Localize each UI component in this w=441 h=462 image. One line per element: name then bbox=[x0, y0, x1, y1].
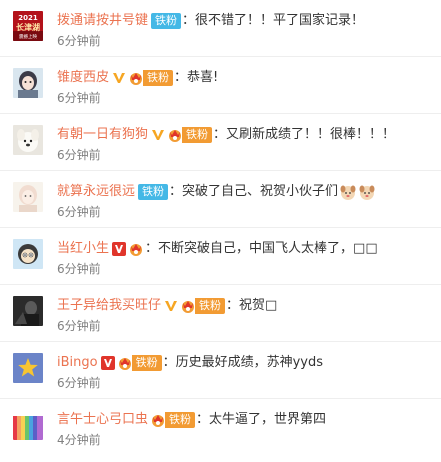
avatar-year-text: 2021 bbox=[18, 14, 38, 22]
comment-line: 当红小生 ： 不断突破自己，中国飞人太棒了，□□ bbox=[57, 239, 378, 259]
crown-fan-icon bbox=[180, 298, 196, 314]
comment-item: 有朝一日有狗狗 铁粉 ： 又刷新成绩了！！很棒！！！ 6分钟前 bbox=[0, 114, 441, 171]
colon-separator: ： bbox=[226, 298, 240, 313]
comment-line: 锥度西皮 铁粉 ： 恭喜! bbox=[57, 68, 218, 88]
avatar[interactable] bbox=[13, 410, 43, 440]
colon-separator: ： bbox=[182, 13, 196, 28]
crown-fan-icon bbox=[128, 70, 144, 86]
comment-text: 太牛逼了，世界第四 bbox=[209, 412, 327, 427]
comment-line: iBingo 铁粉 ： 历史最好成绩，苏神yyds bbox=[57, 353, 323, 373]
sketch-girl-avatar-icon bbox=[13, 182, 43, 212]
comment-text: 祝贺□ bbox=[239, 298, 278, 313]
comment-line: 言午士心弓口虫 铁粉 ： 太牛逼了，世界第四 bbox=[57, 410, 326, 430]
fan-badge[interactable]: 铁粉 bbox=[143, 70, 174, 86]
comment-text: 历史最好成绩，苏神yyds bbox=[175, 355, 324, 370]
anime-girl-avatar-icon bbox=[13, 68, 43, 98]
crown-fan-icon bbox=[150, 412, 166, 428]
comment-item: 言午士心弓口虫 铁粉 ： 太牛逼了，世界第四 4分钟前 bbox=[0, 399, 441, 462]
comment-item: 当红小生 ： 不断突破自己，中国飞人太棒了，□□ 6分钟前 bbox=[0, 228, 441, 285]
comment-time: 6分钟前 bbox=[57, 91, 101, 105]
username-link[interactable]: 锥度西皮 bbox=[57, 68, 109, 88]
comment-time: 6分钟前 bbox=[57, 319, 101, 333]
colon-separator: ： bbox=[213, 127, 227, 142]
colon-separator: ： bbox=[196, 412, 210, 427]
cheering-dog-emoji-icon bbox=[339, 183, 357, 201]
comment-line: 王子异给我买旺仔 铁粉 ： 祝贺□ bbox=[57, 296, 277, 316]
username-link[interactable]: 言午士心弓口虫 bbox=[57, 410, 148, 430]
red-v-icon[interactable] bbox=[100, 356, 115, 370]
changjinhu-2021-poster-icon: 2021 长津湖 震撼上映 bbox=[13, 11, 43, 41]
avatar-title-text: 长津湖 bbox=[16, 22, 40, 32]
comment-time: 6分钟前 bbox=[57, 34, 101, 48]
comment-line: 有朝一日有狗狗 铁粉 ： 又刷新成绩了！！很棒！！！ bbox=[57, 125, 395, 145]
avatar[interactable] bbox=[13, 182, 43, 212]
avatar[interactable] bbox=[13, 353, 43, 383]
cheering-dog-emoji-icon bbox=[358, 183, 376, 201]
orange-v-icon[interactable] bbox=[164, 299, 178, 313]
fan-badge[interactable]: 铁粉 bbox=[195, 298, 226, 314]
comment-time: 4分钟前 bbox=[57, 433, 101, 447]
comment-text: 不断突破自己，中国飞人太棒了，□□ bbox=[158, 241, 378, 256]
comment-line: 就算永远很远 铁粉 ： 突破了自己、祝贺小伙子们 bbox=[57, 182, 376, 202]
colon-separator: ： bbox=[162, 355, 176, 370]
orange-v-icon[interactable] bbox=[151, 128, 165, 142]
comment-text: 又刷新成绩了！！很棒！！！ bbox=[226, 127, 396, 142]
comment-time: 6分钟前 bbox=[57, 376, 101, 390]
fan-badge[interactable]: 铁粉 bbox=[131, 355, 162, 371]
comment-item: 2021 长津湖 震撼上映 拨通请按井号键 铁粉 ： 很不错了！！平了国家记录！… bbox=[0, 0, 441, 57]
username-link[interactable]: 就算永远很远 bbox=[57, 182, 135, 202]
username-link[interactable]: iBingo bbox=[57, 353, 98, 373]
fan-badge[interactable]: 铁粉 bbox=[165, 412, 196, 428]
avatar-sub-text: 震撼上映 bbox=[19, 33, 37, 40]
username-link[interactable]: 当红小生 bbox=[57, 239, 109, 259]
username-link[interactable]: 有朝一日有狗狗 bbox=[57, 125, 148, 145]
comment-time: 6分钟前 bbox=[57, 262, 101, 276]
crown-fan-icon bbox=[128, 241, 144, 257]
colon-separator: ： bbox=[145, 241, 159, 256]
colon-separator: ： bbox=[169, 184, 183, 199]
comment-text: 很不错了！！平了国家记录！ bbox=[195, 13, 365, 28]
rainbow-stripes-avatar-icon bbox=[13, 410, 43, 440]
crown-fan-icon bbox=[117, 355, 133, 371]
avatar[interactable] bbox=[13, 125, 43, 155]
comment-text: 恭喜! bbox=[187, 70, 219, 85]
comment-item: 就算永远很远 铁粉 ： 突破了自己、祝贺小伙子们 6分钟前 bbox=[0, 171, 441, 228]
username-link[interactable]: 拨通请按井号键 bbox=[57, 11, 148, 31]
orange-v-icon[interactable] bbox=[112, 71, 126, 85]
avatar[interactable] bbox=[13, 68, 43, 98]
comment-item: 锥度西皮 铁粉 ： 恭喜! 6分钟前 bbox=[0, 57, 441, 114]
colon-separator: ： bbox=[174, 70, 188, 85]
avatar[interactable]: 2021 长津湖 震撼上映 bbox=[13, 11, 43, 41]
comment-item: iBingo 铁粉 ： 历史最好成绩，苏神yyds 6分钟前 bbox=[0, 342, 441, 399]
avatar[interactable] bbox=[13, 239, 43, 269]
fan-badge[interactable]: 铁粉 bbox=[182, 127, 213, 143]
cartoon-character-avatar-icon bbox=[13, 239, 43, 269]
comment-list: 2021 长津湖 震撼上映 拨通请按井号键 铁粉 ： 很不错了！！平了国家记录！… bbox=[0, 0, 441, 462]
avatar[interactable] bbox=[13, 296, 43, 326]
comment-item: 王子异给我买旺仔 铁粉 ： 祝贺□ 6分钟前 bbox=[0, 285, 441, 342]
username-link[interactable]: 王子异给我买旺仔 bbox=[57, 296, 161, 316]
white-dog-avatar-icon bbox=[13, 125, 43, 155]
fan-badge[interactable]: 铁粉 bbox=[151, 13, 182, 29]
red-v-icon[interactable] bbox=[112, 242, 127, 256]
comment-time: 6分钟前 bbox=[57, 205, 101, 219]
crown-fan-icon bbox=[167, 127, 183, 143]
comment-time: 6分钟前 bbox=[57, 148, 101, 162]
comment-text: 突破了自己、祝贺小伙子们 bbox=[182, 184, 339, 199]
comment-line: 拨通请按井号键 铁粉 ： 很不错了！！平了国家记录！ bbox=[57, 11, 364, 31]
dark-photo-avatar-icon bbox=[13, 296, 43, 326]
yellow-star-avatar-icon bbox=[13, 353, 43, 383]
fan-badge[interactable]: 铁粉 bbox=[138, 184, 169, 200]
